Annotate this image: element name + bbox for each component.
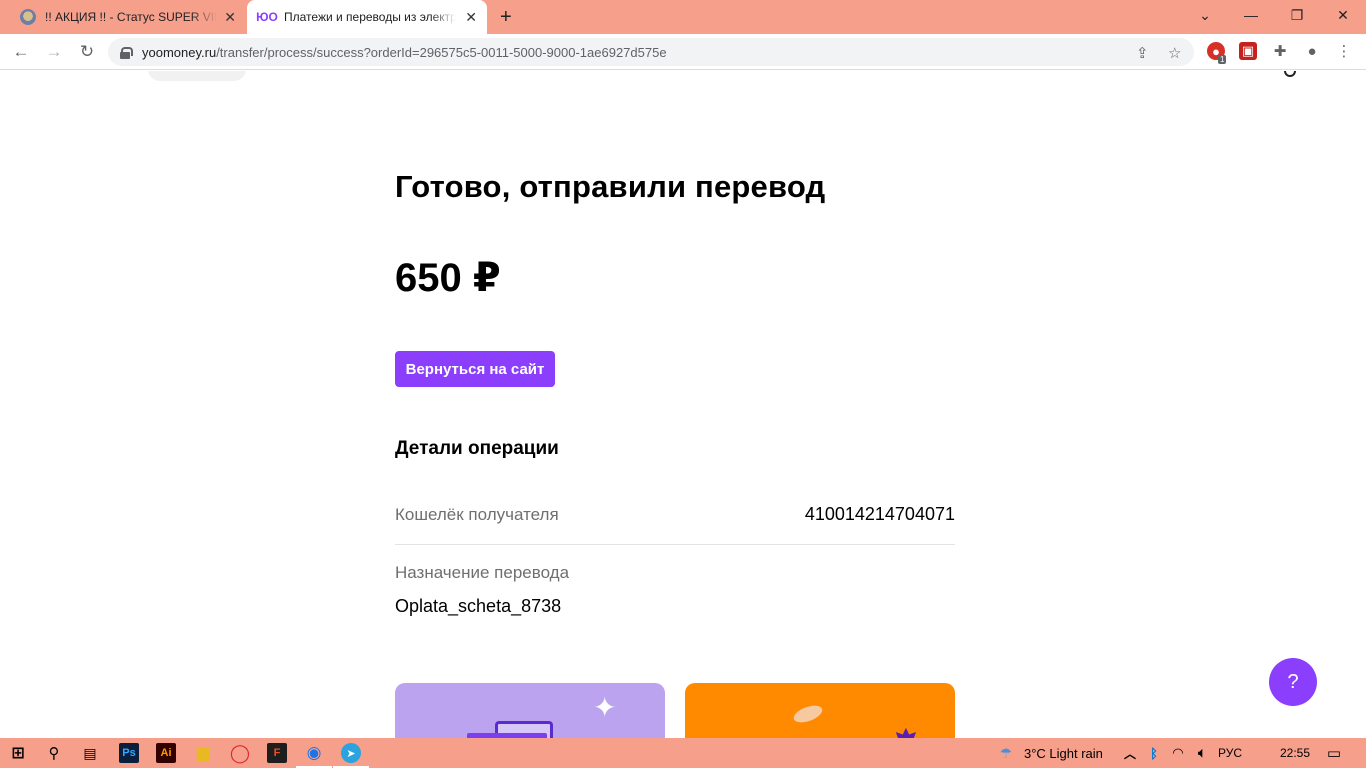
star-burst-icon: ✸	[890, 721, 922, 738]
site-favicon-icon	[20, 9, 36, 25]
telegram-icon[interactable]: ➤	[341, 743, 361, 763]
lock-icon[interactable]	[120, 46, 133, 59]
promo-card-orange[interactable]: ✸	[685, 683, 955, 738]
back-icon[interactable]: ←	[9, 40, 33, 64]
tray-chevron-up-icon[interactable]: ︿	[1120, 743, 1140, 763]
chrome-icon[interactable]: ◉	[304, 743, 324, 763]
tab-close-icon[interactable]: ✕	[465, 9, 477, 26]
close-window-icon[interactable]: ✕	[1320, 0, 1366, 30]
details-title: Детали операции	[395, 438, 559, 459]
purpose-value: Oplata_scheta_8738	[395, 596, 562, 616]
clock[interactable]: 22:55	[1280, 746, 1310, 760]
sparkle-icon: ✦	[593, 692, 617, 723]
tab-close-icon[interactable]: ✕	[224, 9, 236, 26]
details-divider	[395, 544, 955, 545]
photoshop-icon[interactable]: Ps	[119, 743, 139, 763]
url-path: /transfer/process/success?orderId=296575…	[216, 44, 667, 60]
tab-yoomoney[interactable]: ЮО Платежи и переводы из электр ✕	[247, 0, 487, 34]
illustrator-icon[interactable]: Ai	[156, 743, 176, 763]
browser-toolbar: ← → ↻ yoomoney.ru/transfer/process/succe…	[0, 34, 1366, 70]
language-indicator[interactable]: РУС	[1218, 746, 1242, 760]
share-icon[interactable]: ⇪	[1136, 44, 1149, 62]
header-pill[interactable]	[148, 71, 246, 81]
help-button[interactable]: ?	[1269, 658, 1317, 706]
volume-icon[interactable]: 🔈︎	[1192, 743, 1212, 763]
tab-strip: !! АКЦИЯ !! - Статус SUPER VIP с ✕ ЮО Пл…	[0, 0, 1366, 34]
bookmark-star-icon[interactable]: ☆	[1168, 44, 1181, 62]
search-icon[interactable]	[1284, 71, 1296, 77]
notifications-icon[interactable]: ▭	[1324, 743, 1344, 763]
windows-taskbar: ⊞ ⚲ ▤ Ps Ai ▆ ◯ F ◉ ➤ ☂ 3°C Light rain ︿…	[0, 738, 1366, 768]
windows-start-icon[interactable]: ⊞	[8, 743, 28, 763]
profile-icon[interactable]: ●	[1303, 42, 1321, 60]
wifi-icon[interactable]: ◠	[1168, 743, 1188, 763]
tab-search-icon[interactable]: ⌄	[1182, 0, 1228, 30]
return-to-site-button[interactable]: Вернуться на сайт	[395, 351, 555, 387]
coin-illustration	[791, 702, 825, 726]
figma-icon[interactable]: F	[267, 743, 287, 763]
new-tab-icon[interactable]: +	[500, 6, 512, 29]
bluetooth-icon[interactable]: ᛒ	[1144, 743, 1164, 763]
recipient-wallet-value: 410014214704071	[804, 504, 955, 524]
page-viewport: Готово, отправили перевод 650 ₽ Вернутьс…	[0, 71, 1366, 738]
forward-icon[interactable]: →	[42, 40, 66, 64]
extension-badge: 1	[1218, 55, 1227, 64]
weather-rain-icon[interactable]: ☂	[996, 743, 1016, 763]
tab-title: !! АКЦИЯ !! - Статус SUPER VIP с	[45, 10, 217, 24]
transfer-amount: 650 ₽	[395, 256, 501, 300]
promo-card-purple[interactable]: ✦	[395, 683, 665, 738]
tab-title: Платежи и переводы из электр	[284, 10, 456, 24]
restore-icon[interactable]: ❐	[1274, 0, 1320, 30]
extensions-puzzle-icon[interactable]: ✚	[1271, 42, 1289, 60]
recipient-wallet-label: Кошелёк получателя	[395, 505, 559, 524]
address-bar[interactable]: yoomoney.ru/transfer/process/success?ord…	[108, 38, 1194, 66]
opera-icon[interactable]: ◯	[230, 743, 250, 763]
file-explorer-icon[interactable]: ▆	[193, 743, 213, 763]
page-title: Готово, отправили перевод	[395, 169, 826, 204]
task-view-icon[interactable]: ▤	[80, 743, 100, 763]
search-icon[interactable]: ⚲	[44, 743, 64, 763]
tab-promo[interactable]: !! АКЦИЯ !! - Статус SUPER VIP с ✕	[8, 0, 246, 34]
menu-kebab-icon[interactable]: ⋮	[1335, 42, 1353, 60]
url-host: yoomoney.ru	[142, 44, 217, 60]
purpose-label: Назначение перевода	[395, 563, 570, 582]
reload-icon[interactable]: ↻	[75, 40, 99, 64]
extension-shield-icon[interactable]: ▣	[1239, 42, 1257, 60]
yoomoney-favicon-icon: ЮО	[256, 10, 278, 24]
weather-text[interactable]: 3°C Light rain	[1024, 746, 1103, 761]
minimize-icon[interactable]: —	[1228, 0, 1274, 30]
